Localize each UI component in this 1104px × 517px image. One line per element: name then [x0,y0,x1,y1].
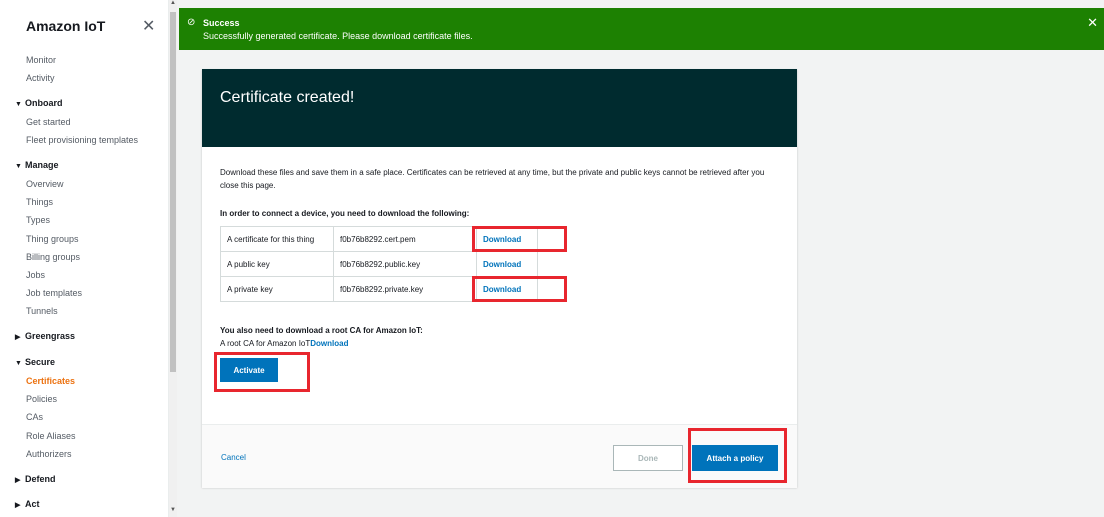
sidebar-scrollbar[interactable]: ▲ ▼ [169,0,177,517]
card-header: Certificate created! [202,69,797,147]
card-footer: Cancel Done Attach a policy [202,424,797,488]
cancel-link[interactable]: Cancel [221,453,246,462]
sidebar-item-job-templates[interactable]: Job templates [26,288,82,298]
sidebar-item-types[interactable]: Types [26,215,50,225]
download-cell: Download [476,226,538,252]
download-cell: Download [476,276,538,302]
sidebar-section-label: Defend [25,474,56,484]
table-row: A certificate for this thing f0b76b8292.… [220,226,538,252]
sidebar-item-cas[interactable]: CAs [26,412,43,422]
sidebar-section-secure[interactable]: ▼ Secure [15,357,55,367]
download-public-key-link[interactable]: Download [483,260,521,269]
certificate-created-card: Certificate created! Download these file… [202,69,797,488]
card-description: Download these files and save them in a … [220,168,765,190]
download-cell: Download [476,251,538,277]
caret-down-icon: ▼ [15,163,22,170]
sidebar-section-greengrass[interactable]: ▶ Greengrass [15,331,75,341]
sidebar-section-label: Greengrass [25,331,76,341]
check-circle-icon: ⊘ [187,17,196,28]
root-ca-line: A root CA for Amazon IoTDownload [220,339,348,348]
table-row: A public key f0b76b8292.public.key Downl… [220,251,538,277]
download-files-table: A certificate for this thing f0b76b8292.… [220,226,538,302]
file-label: A certificate for this thing [220,226,334,252]
scroll-up-arrow-icon[interactable]: ▲ [170,0,176,6]
caret-down-icon: ▼ [15,101,22,108]
banner-close-icon[interactable]: ✕ [1087,15,1098,31]
sidebar-item-policies[interactable]: Policies [26,394,57,404]
connect-heading: In order to connect a device, you need t… [220,209,470,218]
caret-down-icon: ▼ [15,360,22,367]
sidebar-item-role-aliases[interactable]: Role Aliases [26,431,76,441]
sidebar-section-label: Manage [25,160,59,170]
done-button[interactable]: Done [613,445,683,471]
file-name: f0b76b8292.private.key [333,276,477,302]
attach-policy-button[interactable]: Attach a policy [692,445,778,471]
success-banner: ⊘ Success Successfully generated certifi… [179,8,1104,50]
root-ca-download-link[interactable]: Download [310,339,348,348]
scroll-down-arrow-icon[interactable]: ▼ [170,507,176,513]
sidebar-title: Amazon IoT [26,18,106,34]
scrollbar-thumb[interactable] [170,12,176,372]
sidebar-item-certificates[interactable]: Certificates [26,376,75,386]
sidebar-section-onboard[interactable]: ▼ Onboard [15,98,63,108]
root-ca-heading: You also need to download a root CA for … [220,326,423,335]
sidebar-section-label: Act [25,499,40,509]
sidebar-item-monitor[interactable]: Monitor [26,55,56,65]
banner-title: Success [203,18,240,28]
file-name: f0b76b8292.public.key [333,251,477,277]
download-cert-link[interactable]: Download [483,235,521,244]
file-label: A private key [220,276,334,302]
sidebar-section-defend[interactable]: ▶ Defend [15,474,56,484]
root-ca-label: A root CA for Amazon IoT [220,339,311,348]
caret-right-icon: ▶ [15,334,21,341]
sidebar-item-jobs[interactable]: Jobs [26,270,45,280]
close-icon[interactable]: ✕ [142,16,155,36]
sidebar-section-label: Secure [25,357,56,367]
sidebar-item-activity[interactable]: Activity [26,73,55,83]
sidebar-item-authorizers[interactable]: Authorizers [26,449,72,459]
sidebar-item-billing-groups[interactable]: Billing groups [26,252,80,262]
download-private-key-link[interactable]: Download [483,285,521,294]
sidebar-section-label: Onboard [25,98,63,108]
caret-right-icon: ▶ [15,477,21,484]
sidebar-section-manage[interactable]: ▼ Manage [15,160,59,170]
activate-button[interactable]: Activate [220,358,278,382]
sidebar-item-tunnels[interactable]: Tunnels [26,306,58,316]
banner-message: Successfully generated certificate. Plea… [203,31,473,41]
sidebar-item-overview[interactable]: Overview [26,179,64,189]
file-name: f0b76b8292.cert.pem [333,226,477,252]
sidebar-item-get-started[interactable]: Get started [26,117,71,127]
caret-right-icon: ▶ [15,502,21,509]
page-title: Certificate created! [220,89,355,106]
sidebar-item-fleet-provisioning[interactable]: Fleet provisioning templates [26,135,138,145]
sidebar: Amazon IoT ✕ Monitor Activity ▼ Onboard G… [0,0,169,517]
sidebar-section-act[interactable]: ▶ Act [15,499,40,509]
sidebar-item-thing-groups[interactable]: Thing groups [26,234,79,244]
file-label: A public key [220,251,334,277]
sidebar-item-things[interactable]: Things [26,197,53,207]
table-row: A private key f0b76b8292.private.key Dow… [220,276,538,302]
